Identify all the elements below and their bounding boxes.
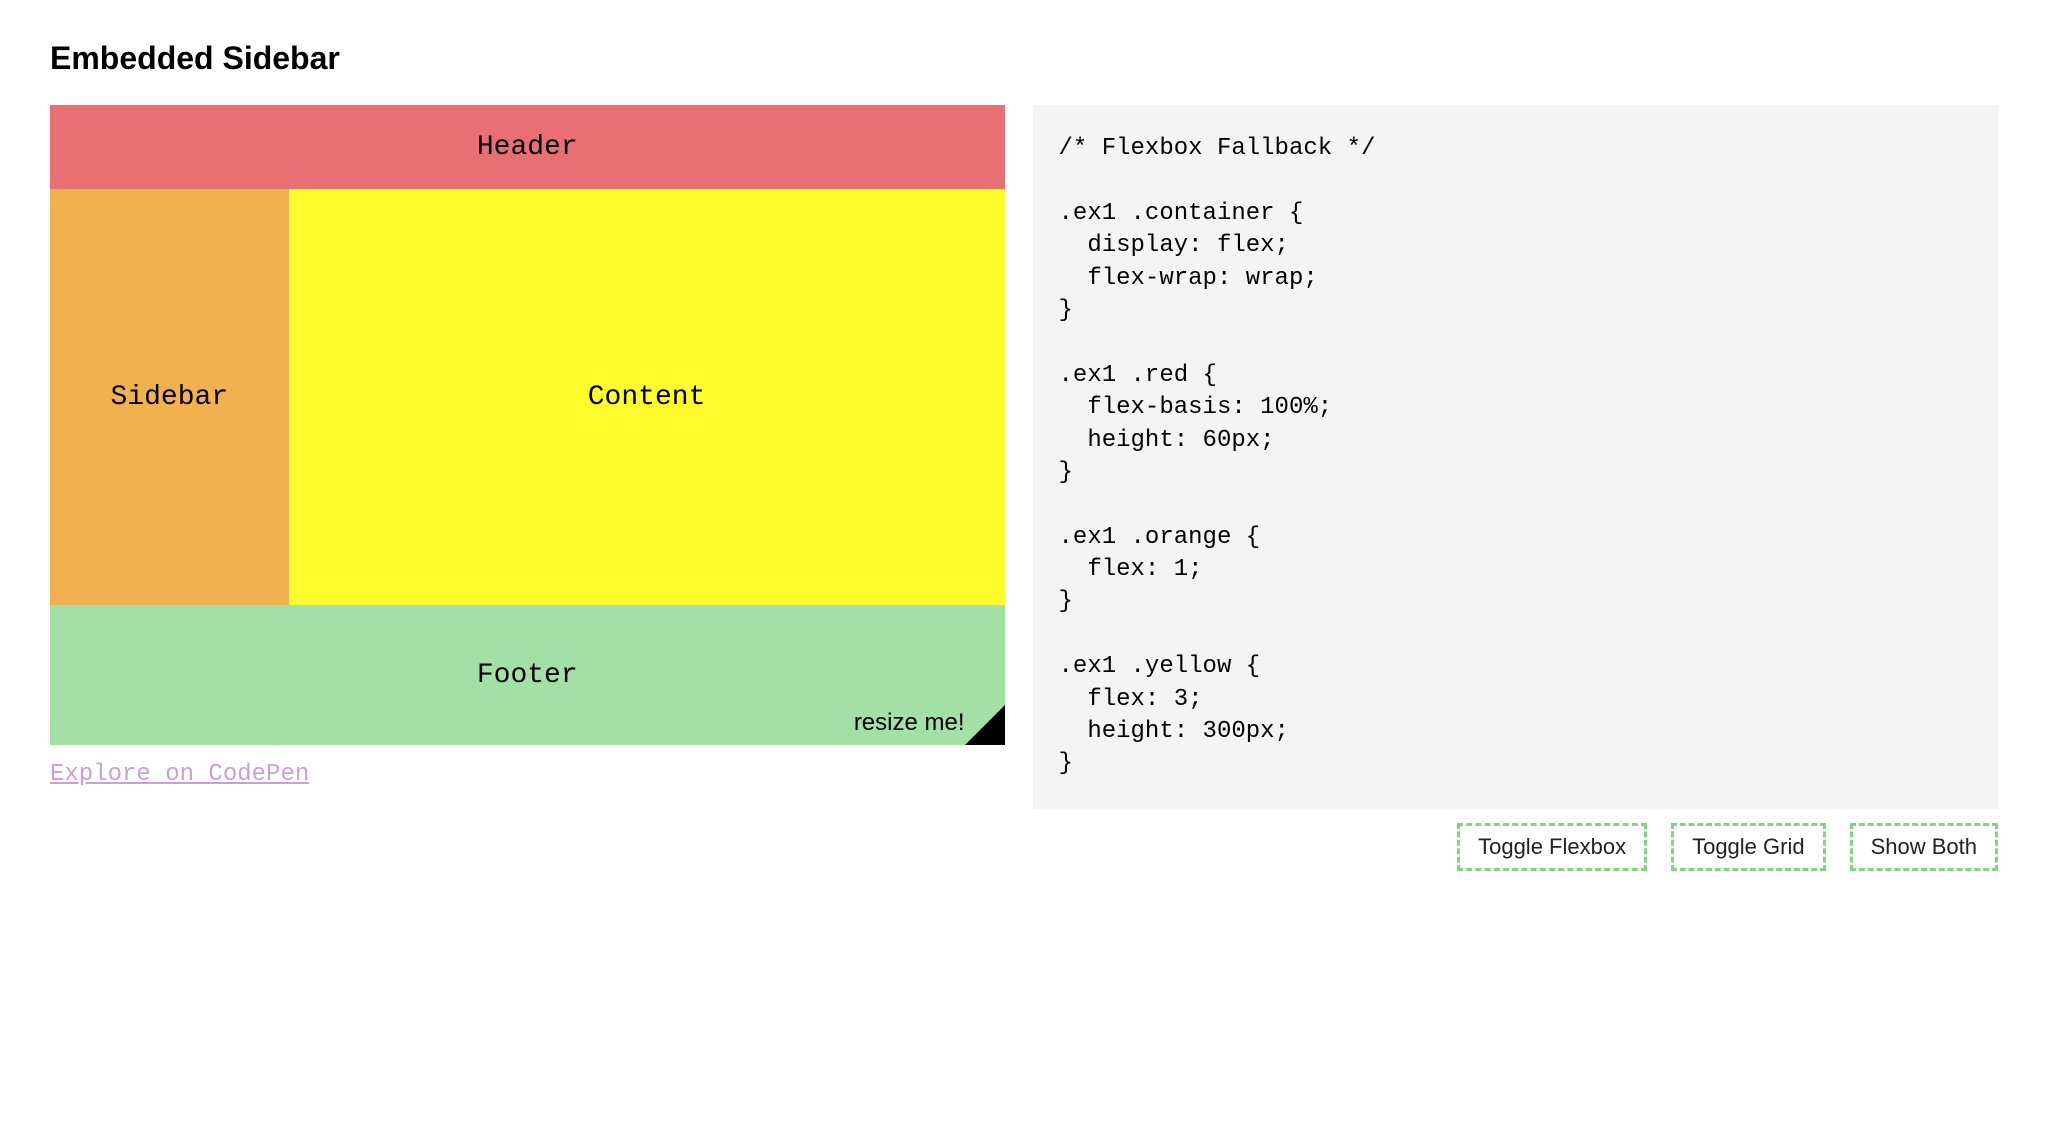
- layout-demo[interactable]: Header Sidebar Content Footer resize me!: [50, 105, 1005, 745]
- main-wrap: Header Sidebar Content Footer resize me!…: [50, 105, 1998, 871]
- toggle-grid-button[interactable]: Toggle Grid: [1671, 823, 1826, 871]
- demo-header-region: Header: [50, 105, 1005, 189]
- page-title: Embedded Sidebar: [50, 40, 1998, 77]
- resize-handle-icon[interactable]: [965, 705, 1005, 745]
- code-column: /* Flexbox Fallback */ .ex1 .container {…: [1033, 105, 1998, 871]
- button-row: Toggle Flexbox Toggle Grid Show Both: [1033, 823, 1998, 871]
- demo-sidebar-region: Sidebar: [50, 189, 289, 605]
- code-panel[interactable]: /* Flexbox Fallback */ .ex1 .container {…: [1033, 105, 1998, 809]
- demo-content-region: Content: [289, 189, 1005, 605]
- explore-codepen-link[interactable]: Explore on CodePen: [50, 761, 1005, 788]
- toggle-flexbox-button[interactable]: Toggle Flexbox: [1457, 823, 1647, 871]
- demo-column: Header Sidebar Content Footer resize me!…: [50, 105, 1005, 871]
- demo-mid-row: Sidebar Content: [50, 189, 1005, 605]
- resize-label: resize me!: [854, 709, 965, 737]
- show-both-button[interactable]: Show Both: [1850, 823, 1998, 871]
